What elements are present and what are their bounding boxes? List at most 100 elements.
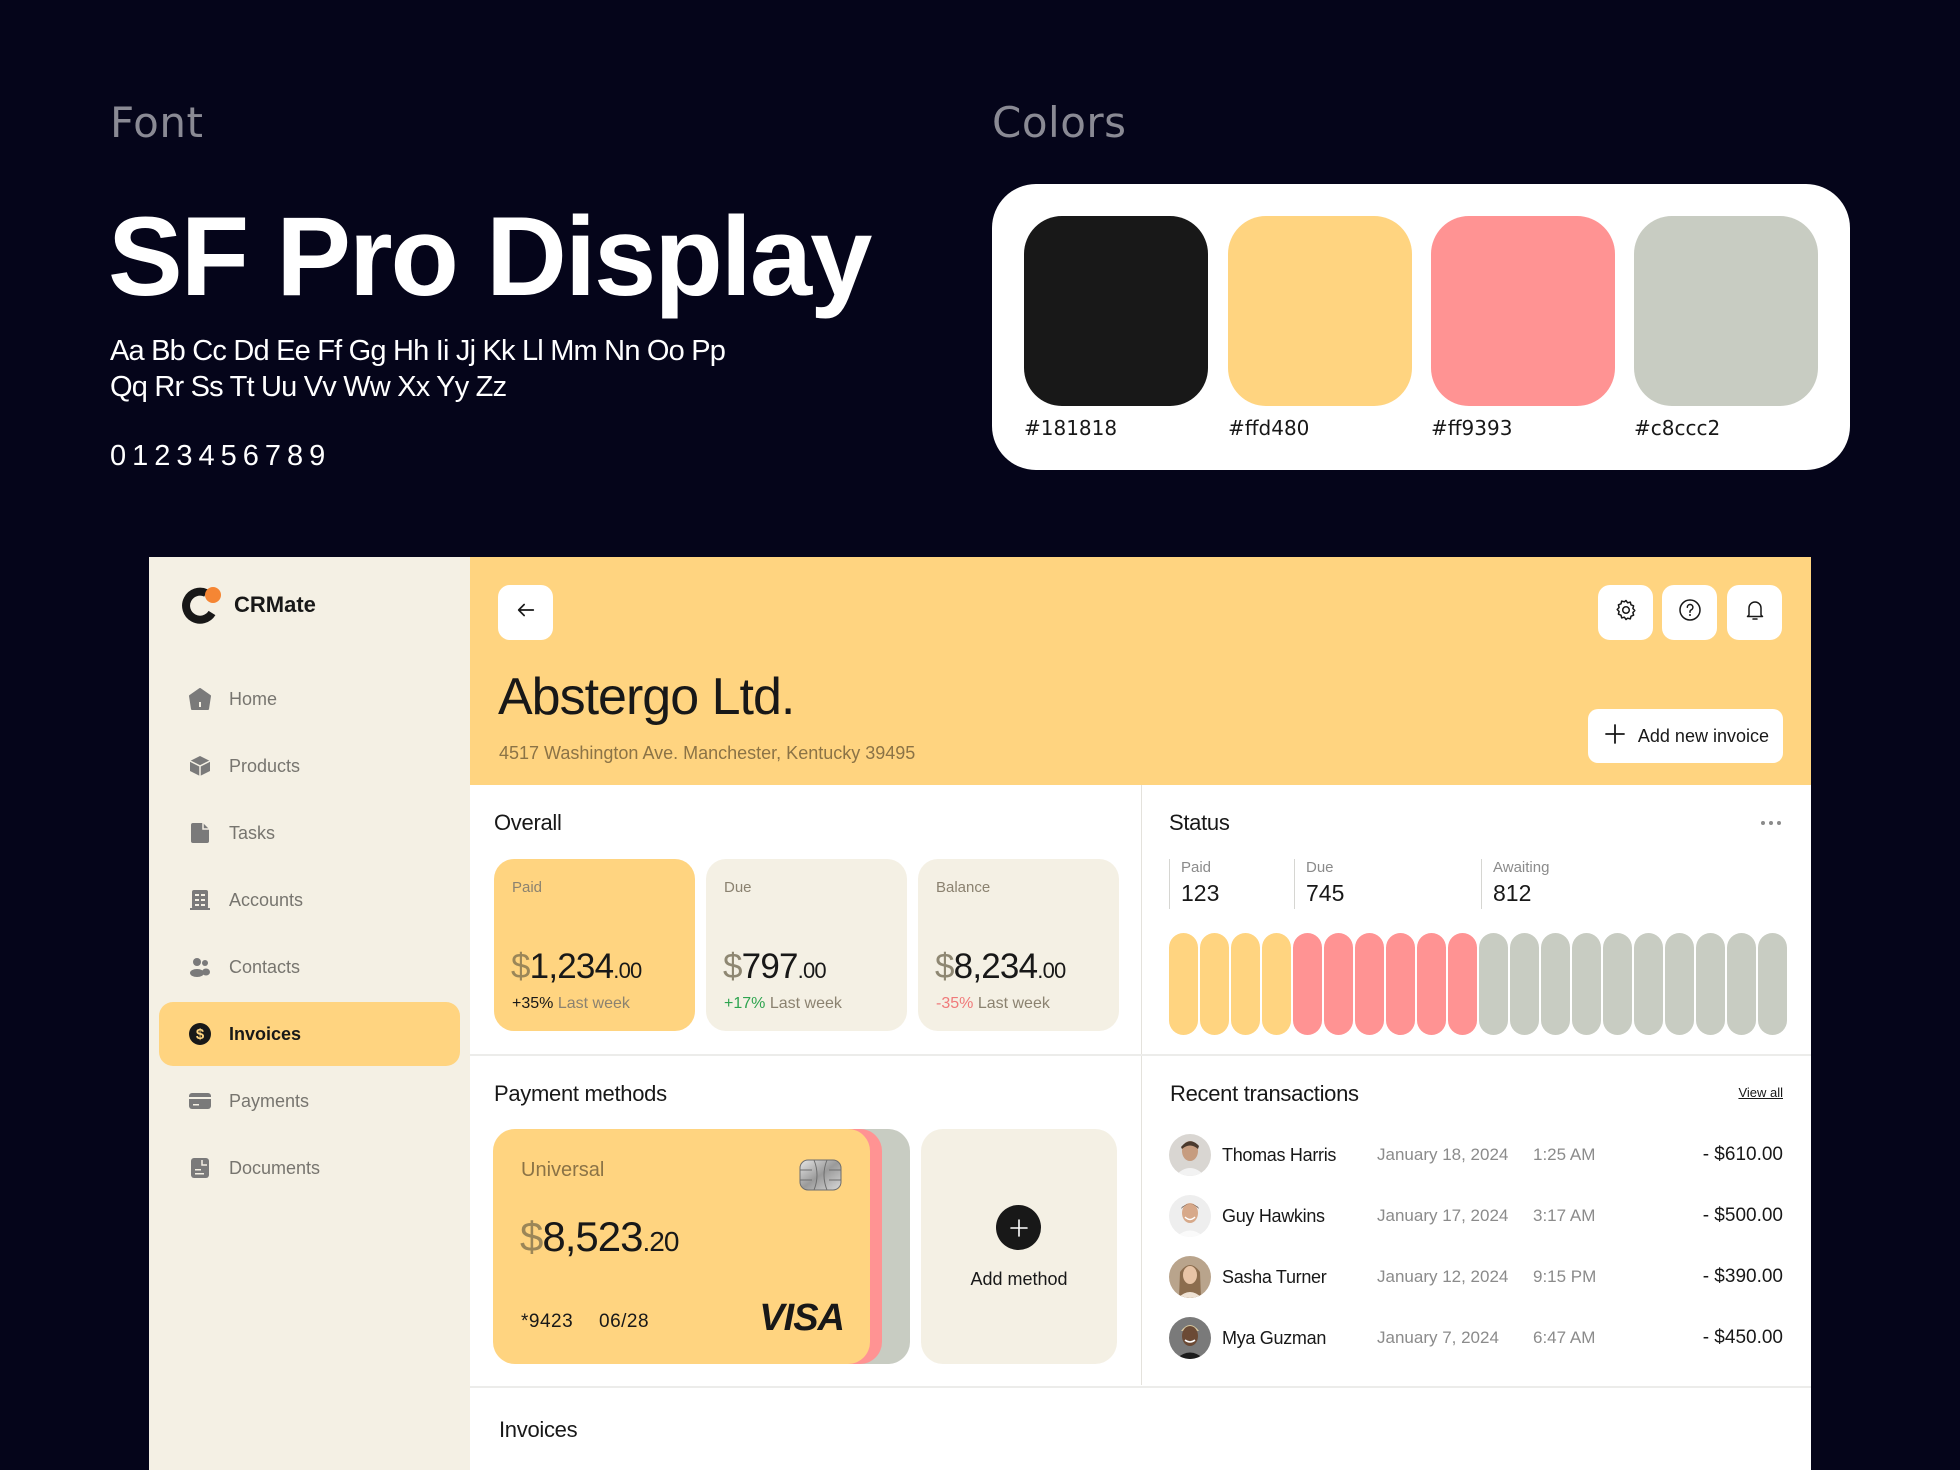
- stat-card-balance[interactable]: Balance $8,234.00 -35% Last week: [918, 859, 1119, 1031]
- avatar: [1169, 1134, 1211, 1176]
- add-method-label: Add method: [970, 1269, 1068, 1289]
- transaction-name: Sasha Turner: [1222, 1266, 1327, 1287]
- status-group-paid: Paid 123: [1169, 859, 1219, 909]
- status-pill-paid: [1231, 933, 1260, 1035]
- transaction-row[interactable]: Mya Guzman January 7, 2024 6:47 AM - $45…: [1169, 1316, 1783, 1360]
- avatar: [1169, 1195, 1211, 1237]
- avatar: [1169, 1256, 1211, 1298]
- sidebar-item-label: Payments: [229, 1090, 310, 1111]
- add-invoice-button[interactable]: Add new invoice: [1587, 709, 1783, 763]
- status-group-due: Due 745: [1294, 859, 1344, 909]
- status-value: 745: [1306, 880, 1345, 906]
- transaction-name: Thomas Harris: [1222, 1144, 1337, 1165]
- logo-icon: [182, 585, 222, 625]
- help-button[interactable]: [1662, 585, 1717, 640]
- status-pill-awaiting: [1665, 933, 1694, 1035]
- status-pill-awaiting: [1727, 933, 1756, 1035]
- status-pill-due: [1293, 933, 1322, 1035]
- transaction-amount: - $390.00: [1702, 1266, 1783, 1287]
- status-pill-awaiting: [1696, 933, 1725, 1035]
- stat-change: -35% Last week: [936, 995, 1050, 1012]
- transaction-row[interactable]: Guy Hawkins January 17, 2024 3:17 AM - $…: [1169, 1194, 1783, 1238]
- status-menu-button[interactable]: [1759, 815, 1783, 833]
- sidebar-item-label: Home: [229, 688, 278, 709]
- status-label: Paid: [1181, 859, 1212, 876]
- add-method-button[interactable]: Add method: [921, 1129, 1117, 1364]
- sidebar-item-accounts[interactable]: Accounts: [159, 868, 460, 932]
- transaction-name: Guy Hawkins: [1222, 1205, 1325, 1226]
- building-icon: [187, 887, 213, 913]
- stat-label: Paid: [512, 879, 543, 896]
- row-divider: [470, 1386, 1811, 1388]
- transaction-amount: - $610.00: [1702, 1144, 1783, 1165]
- sidebar-item-invoices[interactable]: $ Invoices: [159, 1002, 460, 1066]
- status-pill-due: [1355, 933, 1384, 1035]
- status-value: 123: [1181, 880, 1220, 906]
- file-icon: [187, 820, 213, 846]
- sidebar-item-products[interactable]: Products: [159, 734, 460, 798]
- stat-card-paid[interactable]: Paid $1,234.00 +35% Last week: [494, 859, 695, 1031]
- company-address: 4517 Washington Ave. Manchester, Kentuck…: [499, 743, 916, 763]
- sidebar-item-payments[interactable]: Payments: [159, 1069, 460, 1133]
- sidebar: CRMate Home Products Tasks Accounts Cont…: [149, 557, 470, 1470]
- app-logo[interactable]: CRMate: [182, 585, 316, 625]
- color-swatch: [1431, 216, 1615, 406]
- bell-icon: [1743, 598, 1767, 627]
- transaction-row[interactable]: Sasha Turner January 12, 2024 9:15 PM - …: [1169, 1255, 1783, 1299]
- status-pill-paid: [1262, 933, 1291, 1035]
- color-hex-label: #ffd480: [1228, 416, 1310, 440]
- settings-button[interactable]: [1598, 585, 1653, 640]
- status-pill-due: [1386, 933, 1415, 1035]
- sidebar-item-documents[interactable]: Documents: [159, 1136, 460, 1200]
- color-swatch: [1228, 216, 1412, 406]
- crm-dashboard: CRMate Home Products Tasks Accounts Cont…: [149, 557, 1811, 1470]
- transaction-row[interactable]: Thomas Harris January 18, 2024 1:25 AM -…: [1169, 1133, 1783, 1177]
- status-pill-bar: [1169, 933, 1789, 1035]
- stat-change: +17% Last week: [724, 995, 842, 1012]
- visa-logo: VISA: [759, 1297, 845, 1339]
- color-palette: #181818 #ffd480 #ff9393 #c8ccc2: [992, 184, 1850, 470]
- status-pill-awaiting: [1572, 933, 1601, 1035]
- app-name: CRMate: [234, 592, 316, 617]
- status-pill-awaiting: [1634, 933, 1663, 1035]
- avatar: [1169, 1317, 1211, 1359]
- font-alphabet-sample: Aa Bb Cc Dd Ee Ff Gg Hh Ii Jj Kk Ll Mm N…: [110, 335, 726, 403]
- sidebar-item-contacts[interactable]: Contacts: [159, 935, 460, 999]
- transaction-date: January 17, 2024: [1377, 1206, 1509, 1225]
- transaction-date: January 7, 2024: [1377, 1328, 1499, 1347]
- sidebar-item-home[interactable]: Home: [159, 667, 460, 731]
- plus-icon: [1604, 723, 1626, 750]
- color-hex-label: #ff9393: [1431, 416, 1513, 440]
- column-divider: [1141, 785, 1142, 1385]
- document-icon: [187, 1155, 213, 1181]
- arrow-left-icon: [515, 599, 537, 626]
- status-title: Status: [1169, 810, 1230, 835]
- status-pill-paid: [1169, 933, 1198, 1035]
- back-button[interactable]: [498, 585, 553, 640]
- payment-card[interactable]: Universal $8,523.20 *9423 06/28 VISA: [493, 1129, 870, 1364]
- sidebar-item-label: Products: [229, 755, 301, 776]
- card-number: *9423: [521, 1311, 574, 1332]
- stat-card-due[interactable]: Due $797.00 +17% Last week: [706, 859, 907, 1031]
- transaction-amount: - $450.00: [1702, 1327, 1783, 1348]
- card-name: Universal: [521, 1159, 605, 1181]
- color-swatch: [1024, 216, 1208, 406]
- status-pill-awaiting: [1758, 933, 1787, 1035]
- transaction-time: 1:25 AM: [1533, 1145, 1596, 1164]
- company-name: Abstergo Ltd.: [498, 668, 795, 726]
- users-icon: [187, 954, 213, 980]
- status-pill-awaiting: [1510, 933, 1539, 1035]
- svg-text:$: $: [196, 1026, 205, 1043]
- card-chip-icon: [799, 1159, 842, 1191]
- view-all-link[interactable]: View all: [1738, 1085, 1783, 1100]
- color-hex-label: #181818: [1024, 416, 1118, 440]
- notifications-button[interactable]: [1727, 585, 1782, 640]
- credit-card-icon: [187, 1088, 213, 1114]
- stat-change: +35% Last week: [512, 995, 630, 1012]
- sidebar-item-label: Accounts: [229, 889, 304, 910]
- sidebar-item-tasks[interactable]: Tasks: [159, 801, 460, 865]
- status-group-awaiting: Awaiting 812: [1481, 859, 1549, 909]
- sidebar-nav: Home Products Tasks Accounts Contacts $ …: [159, 667, 460, 1203]
- page-header: Abstergo Ltd. 4517 Washington Ave. Manch…: [470, 557, 1811, 785]
- status-pill-awaiting: [1541, 933, 1570, 1035]
